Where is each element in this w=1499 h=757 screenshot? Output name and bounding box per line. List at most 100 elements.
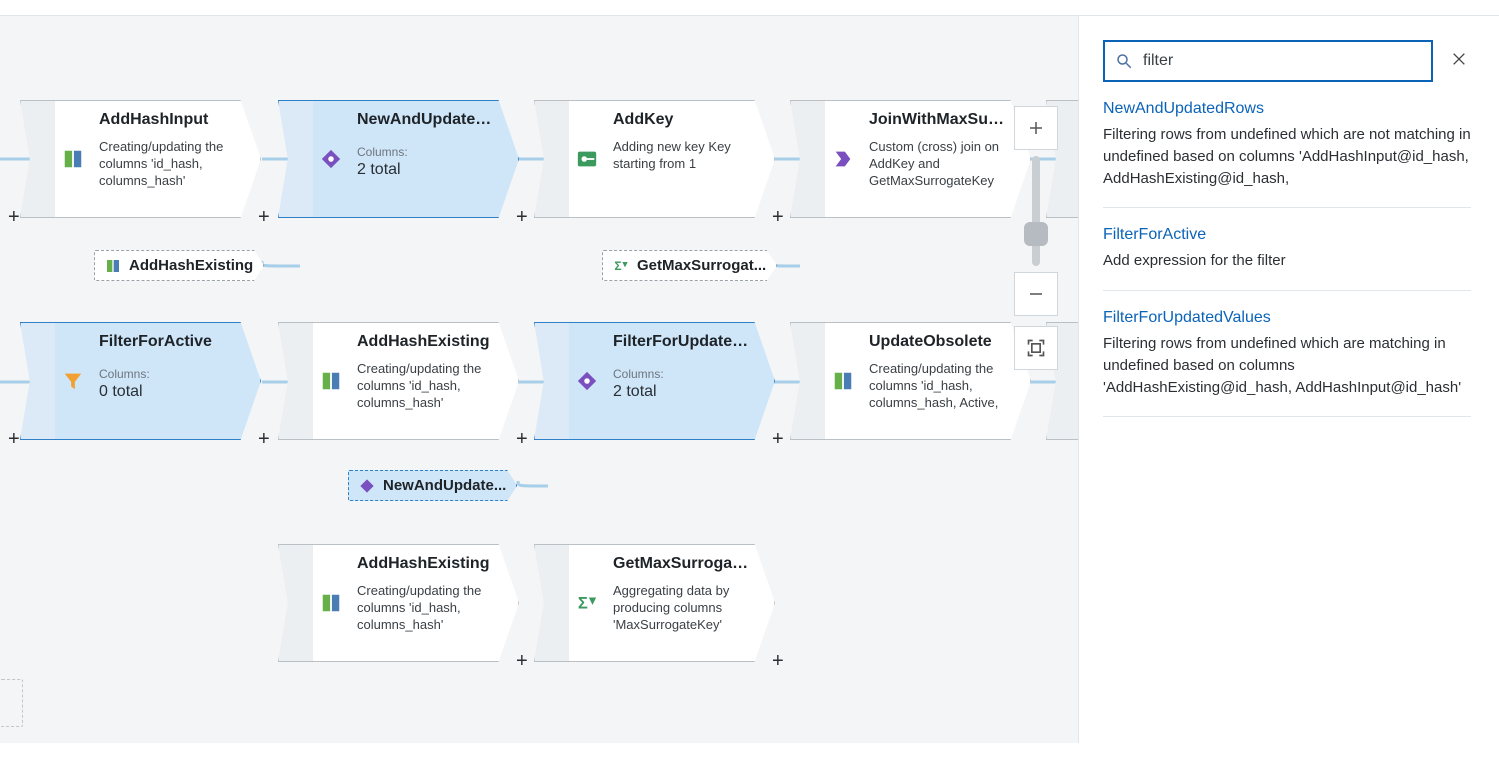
node-title: AddHashExisting — [357, 333, 496, 351]
derived-column-icon — [320, 370, 342, 392]
zoom-fit-button[interactable] — [1014, 326, 1058, 370]
add-branch-button[interactable]: + — [258, 428, 270, 451]
close-icon — [1451, 51, 1467, 67]
add-branch-button[interactable]: + — [772, 650, 784, 673]
node-input-stub — [278, 544, 313, 662]
node-input-stub — [20, 322, 55, 440]
close-panel-button[interactable] — [1447, 47, 1471, 75]
exists-icon — [359, 478, 375, 494]
node-title: JoinWithMaxSurr... — [869, 111, 1008, 129]
node-title: GetMaxSurrogate... — [613, 555, 752, 573]
node-title: AddKey — [613, 111, 752, 129]
zoom-controls — [1014, 106, 1058, 370]
result-desc: Add expression for the filter — [1103, 250, 1471, 272]
exists-icon — [576, 370, 598, 392]
node-update-obsolete[interactable]: UpdateObsolete Creating/updating the col… — [790, 322, 1031, 440]
minus-icon — [1027, 285, 1045, 303]
partial-node-stub — [0, 679, 23, 727]
derived-column-icon — [62, 148, 84, 170]
columns-label: Columns: — [357, 145, 496, 159]
node-desc: Creating/updating the columns 'id_hash, … — [357, 583, 496, 634]
result-desc: Filtering rows from undefined which are … — [1103, 333, 1471, 398]
add-branch-button[interactable]: + — [772, 206, 784, 229]
result-title[interactable]: FilterForActive — [1103, 226, 1471, 244]
node-input-stub — [278, 100, 313, 218]
search-input[interactable] — [1141, 51, 1421, 71]
node-add-hash-input[interactable]: AddHashInput Creating/updating the colum… — [20, 100, 261, 218]
search-box[interactable] — [1103, 40, 1433, 82]
columns-count: 2 total — [357, 161, 496, 179]
node-title: AddHashInput — [99, 111, 238, 129]
filter-icon — [62, 370, 84, 392]
node-join-with-max-surrogate[interactable]: JoinWithMaxSurr... Custom (cross) join o… — [790, 100, 1031, 218]
zoom-out-button[interactable] — [1014, 272, 1058, 316]
search-panel: NewAndUpdatedRows Filtering rows from un… — [1079, 16, 1499, 743]
node-filter-for-active[interactable]: FilterForActive Columns: 0 total — [20, 322, 261, 440]
derived-column-icon — [105, 258, 121, 274]
ref-label: GetMaxSurrogat... — [637, 257, 766, 274]
ref-label: AddHashExisting — [129, 257, 253, 274]
zoom-in-button[interactable] — [1014, 106, 1058, 150]
node-desc: Creating/updating the columns 'id_hash, … — [99, 139, 238, 190]
search-result[interactable]: NewAndUpdatedRows Filtering rows from un… — [1103, 82, 1471, 208]
search-result[interactable]: FilterForUpdatedValues Filtering rows fr… — [1103, 291, 1471, 417]
columns-label: Columns: — [613, 367, 752, 381]
dataflow-canvas[interactable]: AddHashInput Creating/updating the colum… — [0, 16, 1079, 743]
add-branch-button[interactable]: + — [516, 206, 528, 229]
node-input-stub — [534, 544, 569, 662]
node-title: AddHashExisting — [357, 555, 496, 573]
node-input-stub — [534, 322, 569, 440]
node-desc: Creating/updating the columns 'id_hash, … — [869, 361, 1008, 412]
aggregate-icon: Σ — [576, 592, 598, 614]
node-add-hash-existing-2[interactable]: AddHashExisting Creating/updating the co… — [278, 544, 519, 662]
aggregate-icon: Σ — [613, 258, 629, 274]
add-branch-button[interactable]: + — [772, 428, 784, 451]
derived-column-icon — [320, 592, 342, 614]
add-branch-button[interactable]: + — [8, 206, 20, 229]
node-input-stub — [20, 100, 55, 218]
ref-label: NewAndUpdate... — [383, 477, 506, 494]
zoom-slider-track[interactable] — [1032, 156, 1040, 266]
node-desc: Creating/updating the columns 'id_hash, … — [357, 361, 496, 412]
node-title: FilterForUpdatedV... — [613, 333, 752, 351]
svg-text:Σ: Σ — [578, 595, 588, 613]
node-input-stub — [790, 100, 825, 218]
node-add-key[interactable]: AddKey Adding new key Key starting from … — [534, 100, 775, 218]
node-filter-for-updated-values[interactable]: FilterForUpdatedV... Columns: 2 total — [534, 322, 775, 440]
add-branch-button[interactable]: + — [258, 206, 270, 229]
result-desc: Filtering rows from undefined which are … — [1103, 124, 1471, 189]
columns-label: Columns: — [99, 367, 238, 381]
node-input-stub — [278, 322, 313, 440]
node-add-hash-existing[interactable]: AddHashExisting Creating/updating the co… — [278, 322, 519, 440]
derived-column-icon — [832, 370, 854, 392]
node-input-stub — [534, 100, 569, 218]
surrogate-key-icon — [576, 148, 598, 170]
node-title: NewAndUpdated... — [357, 111, 496, 129]
ref-get-max-surrogate[interactable]: Σ GetMaxSurrogat... — [602, 250, 777, 281]
node-title: UpdateObsolete — [869, 333, 1008, 351]
result-title[interactable]: NewAndUpdatedRows — [1103, 100, 1471, 118]
node-new-and-updated-rows[interactable]: NewAndUpdated... Columns: 2 total — [278, 100, 519, 218]
result-title[interactable]: FilterForUpdatedValues — [1103, 309, 1471, 327]
ref-new-and-updated[interactable]: NewAndUpdate... — [348, 470, 517, 501]
add-branch-button[interactable]: + — [516, 428, 528, 451]
search-icon — [1115, 52, 1133, 70]
fit-screen-icon — [1026, 338, 1046, 358]
add-branch-button[interactable]: + — [8, 428, 20, 451]
node-input-stub — [790, 322, 825, 440]
add-branch-button[interactable]: + — [516, 650, 528, 673]
node-desc: Aggregating data by producing columns 'M… — [613, 583, 752, 634]
node-desc: Custom (cross) join on AddKey and GetMax… — [869, 139, 1008, 190]
node-title: FilterForActive — [99, 333, 238, 351]
ref-add-hash-existing[interactable]: AddHashExisting — [94, 250, 264, 281]
svg-text:Σ: Σ — [614, 259, 621, 273]
search-result[interactable]: FilterForActive Add expression for the f… — [1103, 208, 1471, 291]
exists-icon — [320, 148, 342, 170]
columns-count: 2 total — [613, 383, 752, 401]
join-icon — [832, 148, 854, 170]
node-get-max-surrogate[interactable]: Σ GetMaxSurrogate... Aggregating data by… — [534, 544, 775, 662]
columns-count: 0 total — [99, 383, 238, 401]
zoom-slider-thumb[interactable] — [1024, 222, 1048, 246]
node-desc: Adding new key Key starting from 1 — [613, 139, 752, 173]
plus-icon — [1027, 119, 1045, 137]
